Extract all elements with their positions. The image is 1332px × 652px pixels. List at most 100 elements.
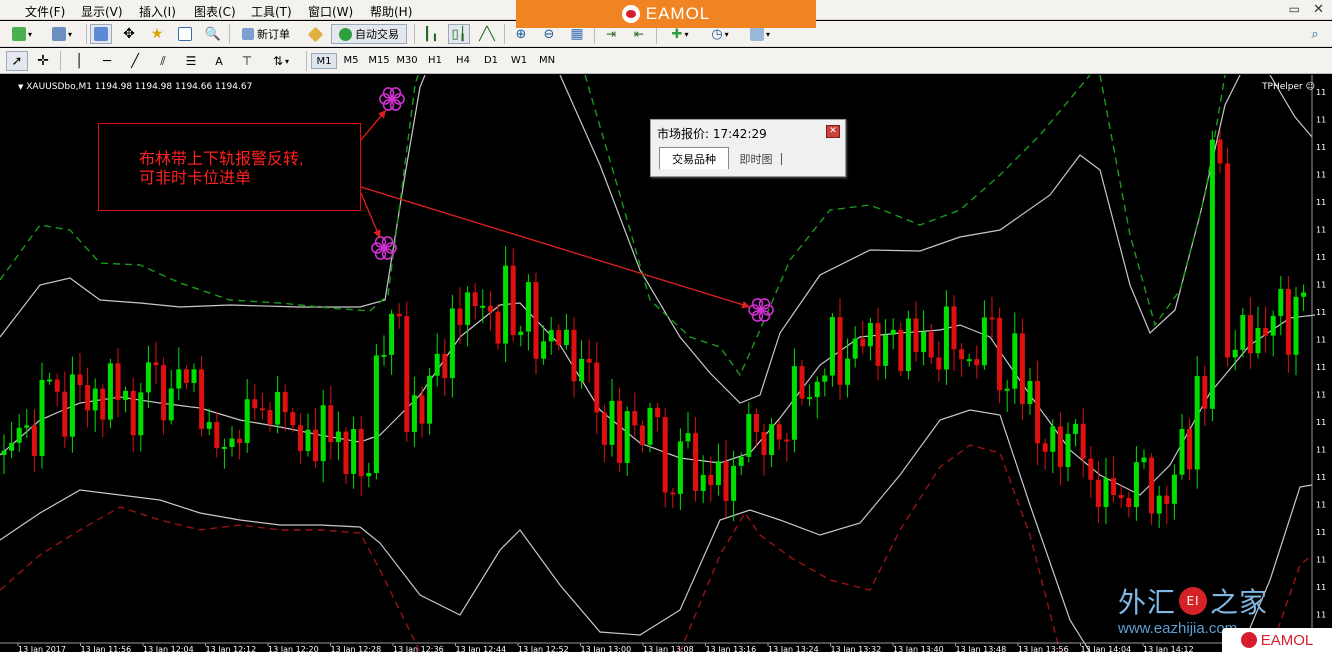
fibonacci-tool[interactable]: ☰: [180, 51, 202, 71]
bull-candle: [738, 456, 744, 466]
bull-candle: [275, 391, 281, 425]
metaeditor-button[interactable]: [304, 24, 326, 44]
trendline-tool[interactable]: ╱: [124, 51, 146, 71]
bear-candle: [313, 429, 319, 462]
terminal-button[interactable]: [174, 24, 196, 44]
close-icon[interactable]: ✕: [1313, 2, 1324, 17]
bull-candle: [411, 395, 417, 433]
minimize-icon[interactable]: ▭: [1289, 2, 1300, 16]
bollinger-lower-outer: [679, 444, 1061, 652]
timeframe-m30[interactable]: M30: [394, 53, 420, 69]
auto-trading-button[interactable]: 自动交易: [331, 24, 407, 44]
time-tick-label: 13 Jan 13:24: [768, 645, 819, 652]
bear-candle: [617, 400, 623, 463]
timeframe-m5[interactable]: M5: [338, 53, 364, 69]
menu-window[interactable]: 窗口(W): [308, 3, 353, 20]
new-order-button[interactable]: 新订单: [234, 24, 298, 44]
bull-candle: [1194, 376, 1200, 470]
bull-candle: [373, 355, 379, 473]
new-chart-button[interactable]: ▾: [4, 24, 40, 44]
bear-candle: [183, 369, 189, 383]
line-chart-button[interactable]: ╱╲: [476, 24, 498, 44]
profiles-button[interactable]: ▾: [44, 24, 80, 44]
bull-candle: [92, 388, 98, 411]
bull-candle: [168, 388, 174, 421]
bear-candle: [875, 323, 881, 366]
cursor-icon: ➚: [11, 53, 23, 69]
bull-candle: [845, 358, 851, 385]
bull-candle: [518, 331, 524, 336]
bear-candle: [1285, 288, 1291, 355]
menu-charts[interactable]: 图表(C): [194, 3, 236, 20]
vertical-line-tool[interactable]: │: [68, 51, 90, 71]
market-watch-button[interactable]: [90, 24, 112, 44]
arrows-icon: ⇅: [272, 54, 284, 68]
bear-candle: [252, 399, 258, 409]
bull-candle: [320, 405, 326, 462]
watermark-logo-icon: EI: [1179, 587, 1208, 615]
bear-candle: [1247, 315, 1253, 354]
timeframe-d1[interactable]: D1: [478, 53, 504, 69]
crosshair-tool[interactable]: ✛: [32, 51, 54, 71]
bear-candle: [343, 431, 349, 474]
time-tick-label: 13 Jan 14:12: [1143, 645, 1194, 652]
bull-candle: [366, 472, 372, 477]
strategy-tester-button[interactable]: 🔍: [202, 24, 224, 44]
bear-candle: [297, 425, 303, 452]
bear-candle: [1126, 497, 1132, 508]
timeframe-h4[interactable]: H4: [450, 53, 476, 69]
bear-candle: [959, 349, 965, 360]
bear-candle: [1149, 457, 1155, 514]
time-tick-label: 13 Jan 12:52: [518, 645, 569, 652]
bull-candle: [389, 313, 395, 355]
text-label-tool[interactable]: ⊤: [236, 51, 258, 71]
tab-divider: [781, 153, 782, 165]
close-icon[interactable]: ✕: [826, 125, 840, 138]
price-tick-label: 11: [1316, 501, 1326, 510]
channel-tool[interactable]: ⫽: [152, 51, 174, 71]
text-tool[interactable]: A: [208, 51, 230, 71]
timeframe-h1[interactable]: H1: [422, 53, 448, 69]
menu-insert[interactable]: 插入(I): [139, 3, 176, 20]
toolbar-separator: [414, 24, 415, 44]
tab-tick-chart[interactable]: 即时图: [731, 150, 781, 168]
cursor-tool[interactable]: ➚: [6, 51, 28, 71]
menu-help[interactable]: 帮助(H): [370, 3, 412, 20]
bull-candle: [427, 375, 433, 424]
bull-candle: [191, 369, 197, 383]
annotation-text: 布林带上下轨报警反转, 可非时卡位进单: [139, 151, 304, 187]
candlestick-button[interactable]: ▯╽: [448, 24, 470, 44]
favorites-button[interactable]: ★: [146, 24, 168, 44]
timeframe-w1[interactable]: W1: [506, 53, 532, 69]
bull-candle: [1073, 423, 1079, 434]
arrows-tool[interactable]: ⇅ ▾: [264, 51, 298, 71]
bear-candle: [328, 405, 334, 443]
toolbar-separator: [504, 24, 505, 44]
market-watch-window[interactable]: 市场报价: 17:42:29 ✕ 交易品种 即时图: [650, 119, 846, 177]
timeframe-m15[interactable]: M15: [366, 53, 392, 69]
menu-view[interactable]: 显示(V): [81, 3, 123, 20]
navigator-button[interactable]: ✥: [118, 24, 140, 44]
crosshair-icon: ✛: [37, 53, 49, 69]
bear-candle: [997, 317, 1003, 391]
timeframe-mn[interactable]: MN: [534, 53, 560, 69]
timeframe-m1[interactable]: M1: [311, 53, 337, 69]
annotation-arrow: [360, 109, 387, 141]
bollinger-middle-line: [0, 302, 1316, 496]
time-tick-label: 13 Jan 12:44: [456, 645, 507, 652]
bear-candle: [670, 492, 676, 495]
bar-chart-button[interactable]: ┃╻: [420, 24, 442, 44]
bear-candle: [404, 316, 410, 433]
symbol-info-label: ▼ XAUUSDbo,M1 1194.98 1194.98 1194.66 11…: [18, 82, 253, 92]
bear-candle: [974, 359, 980, 366]
bull-candle: [1293, 296, 1299, 355]
search-icon[interactable]: ⌕: [1304, 24, 1326, 44]
bull-candle: [1270, 315, 1276, 336]
horizontal-line-tool[interactable]: ─: [96, 51, 118, 71]
price-chart[interactable]: 11 11 11 11 11 11 11 11 11 11 11 11 11 11 11 11 11 11 11 11…: [0, 75, 1332, 652]
bear-candle: [799, 366, 805, 399]
tab-symbols[interactable]: 交易品种: [659, 147, 729, 169]
menu-tools[interactable]: 工具(T): [251, 3, 292, 20]
bear-candle: [62, 391, 68, 437]
menu-file[interactable]: 文件(F): [25, 3, 65, 20]
